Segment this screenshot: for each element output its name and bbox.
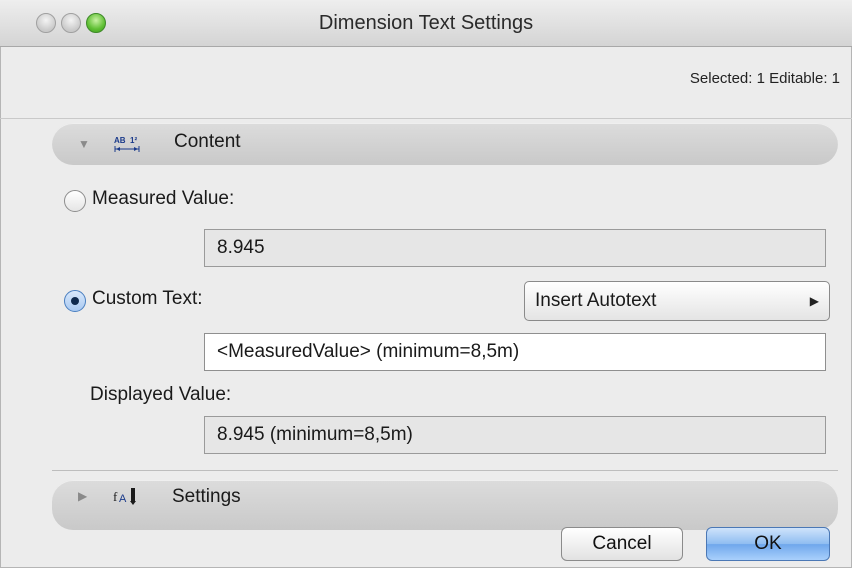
svg-text:AB: AB xyxy=(114,136,126,145)
dimension-text-icon: AB 1² xyxy=(114,136,140,152)
ok-button[interactable]: OK xyxy=(706,527,830,561)
insert-autotext-button[interactable]: Insert Autotext ▶ xyxy=(524,281,830,321)
measured-value-radio[interactable] xyxy=(64,190,86,212)
insert-autotext-label: Insert Autotext xyxy=(535,290,657,311)
svg-text:A: A xyxy=(119,493,127,505)
content-panel-header[interactable]: ▼ AB 1² Content xyxy=(52,123,838,165)
disclosure-expanded-icon[interactable]: ▼ xyxy=(78,137,90,151)
settings-panel-header[interactable]: ▶ f A Settings xyxy=(52,480,838,530)
disclosure-collapsed-icon[interactable]: ▶ xyxy=(78,489,87,503)
measured-value-field: 8.945 xyxy=(204,229,826,267)
custom-text-label[interactable]: Custom Text: xyxy=(92,288,203,310)
cancel-button[interactable]: Cancel xyxy=(561,527,683,561)
divider xyxy=(52,470,838,471)
custom-text-radio[interactable] xyxy=(64,290,86,312)
window-title: Dimension Text Settings xyxy=(318,12,534,34)
content-panel-label: Content xyxy=(174,131,241,152)
custom-text-input[interactable]: <MeasuredValue> (minimum=8,5m) xyxy=(204,333,826,371)
divider xyxy=(0,118,852,119)
triangle-right-icon: ▶ xyxy=(809,294,819,308)
displayed-value-field: 8.945 (minimum=8,5m) xyxy=(204,416,826,454)
title-bar: Dimension Text Settings xyxy=(0,0,852,47)
text-settings-icon: f A xyxy=(113,488,136,505)
measured-value-label[interactable]: Measured Value: xyxy=(92,188,234,210)
svg-text:f: f xyxy=(113,489,118,504)
selection-info: Selected: 1 Editable: 1 xyxy=(689,70,840,87)
svg-text:1²: 1² xyxy=(130,136,137,145)
settings-panel-label: Settings xyxy=(172,486,241,507)
displayed-value-label: Displayed Value: xyxy=(90,384,232,405)
dialog-window: Dimension Text Settings Selected: 1 Edit… xyxy=(0,0,852,568)
